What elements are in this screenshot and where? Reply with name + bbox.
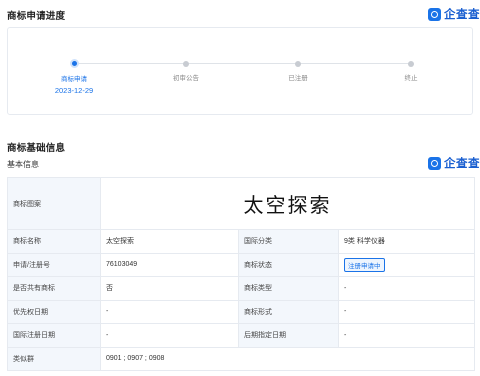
progress-card: 商标申请 2023-12-29 初审公告 已注册 终止 — [7, 27, 473, 115]
table-row: 优先权日期 - 商标形式 - — [7, 299, 475, 324]
progress-track — [74, 63, 411, 64]
qichacha-logo[interactable]: 企查查 — [428, 155, 480, 171]
basic-subtitle: 基本信息 — [7, 160, 39, 169]
table-row: 是否共有商标 否 商标类型 - — [7, 276, 475, 301]
step-label: 初审公告 — [173, 75, 199, 82]
value-cell: 76103049 — [100, 252, 239, 277]
label-cell: 申请/注册号 — [7, 252, 101, 277]
trademark-image-text: 太空探索 — [243, 193, 332, 217]
step-label: 已注册 — [288, 75, 308, 82]
step-dot — [183, 61, 189, 67]
step-dot-active — [69, 59, 79, 68]
value-cell: - — [338, 276, 475, 301]
label-cell: 后期指定日期 — [238, 323, 339, 348]
label-cell: 商标形式 — [238, 299, 339, 324]
label-cell: 商标图案 — [7, 177, 101, 230]
status-badge: 注册申请中 — [344, 257, 385, 272]
step-registered: 已注册 — [268, 59, 328, 82]
step-label: 终止 — [404, 75, 418, 82]
value-cell: - — [100, 323, 239, 348]
table-row: 商标图案 太空探索 — [7, 177, 475, 230]
step-dot — [295, 61, 301, 67]
table-row: 申请/注册号 76103049 商标状态 注册申请中 — [7, 252, 475, 277]
value-cell: 太空探索 — [100, 229, 239, 254]
trademark-image: 太空探索 — [100, 177, 475, 230]
value-cell: 9类 科学仪器 — [338, 229, 475, 254]
step-terminated: 终止 — [381, 59, 441, 82]
step-application: 商标申请 2023-12-29 — [44, 59, 104, 95]
value-cell: - — [338, 299, 475, 324]
label-cell: 商标名称 — [7, 229, 101, 254]
table-row: 商标名称 太空探索 国际分类 9类 科学仪器 — [7, 229, 475, 254]
label-cell: 商标类型 — [238, 276, 339, 301]
similar-groups-value: 0901 ; 0907 ; 0908 — [100, 346, 475, 371]
step-label: 商标申请 — [61, 76, 87, 83]
value-cell: - — [338, 323, 475, 348]
label-cell: 优先权日期 — [7, 299, 101, 324]
brand-name: 企查查 — [444, 7, 480, 21]
label-cell: 国际注册日期 — [7, 323, 101, 348]
brand-name: 企查查 — [444, 156, 480, 170]
value-cell: - — [100, 299, 239, 324]
table-row: 国际注册日期 - 后期指定日期 - — [7, 323, 475, 348]
qichacha-logo-icon — [428, 7, 441, 21]
step-dot — [408, 61, 414, 67]
step-date: 2023-12-29 — [54, 86, 94, 95]
label-cell: 国际分类 — [238, 229, 339, 254]
value-cell: 否 — [100, 276, 239, 301]
label-cell: 是否共有商标 — [7, 276, 101, 301]
value-cell: 注册申请中 — [338, 252, 475, 277]
progress-section-title: 商标申请进度 — [7, 11, 66, 22]
basic-section-title: 商标基础信息 — [7, 143, 66, 154]
table-row: 类似群 0901 ; 0907 ; 0908 — [7, 346, 475, 371]
trademark-info-table: 商标图案 太空探索 商标名称 太空探索 国际分类 9类 科学仪器 申请/注册号 … — [7, 177, 475, 371]
qichacha-logo[interactable]: 企查查 — [428, 6, 480, 22]
qichacha-logo-icon — [428, 156, 441, 170]
step-preliminary-announcement: 初审公告 — [156, 59, 216, 82]
label-cell: 类似群 — [7, 346, 101, 371]
label-cell: 商标状态 — [238, 252, 339, 277]
